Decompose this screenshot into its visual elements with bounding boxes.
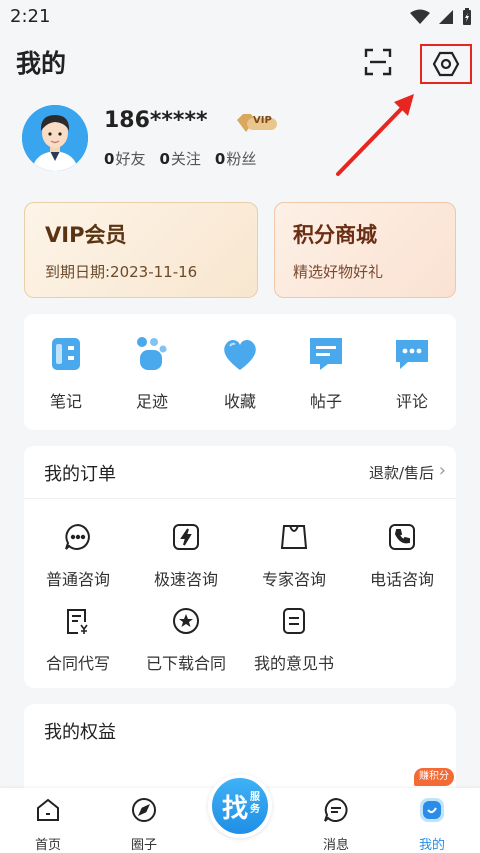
page-title: 我的 [16,49,67,78]
status-time: 2:21 [10,6,51,27]
bottom-nav: 首页 圈子 找 服务 消息 我的 [0,774,480,853]
points-mall-title: 积分商城 [293,223,377,247]
order-contract-drafting-label: 合同代写 [45,654,110,673]
stat-friends-count: 0 [104,150,115,168]
nav-profile-label: 我的 [418,838,445,853]
quick-link-comments-label: 评论 [395,392,428,411]
points-mall-subtitle: 精选好物好礼 [293,263,384,281]
order-expert-consult-label: 专家咨询 [261,570,326,589]
order-my-opinions-label: 我的意见书 [253,654,334,673]
wifi-icon [410,9,430,24]
profile-icon [420,798,444,822]
order-downloaded-contracts-label: 已下载合同 [145,654,226,673]
stat-friends-label: 好友 [115,150,146,168]
nav-home-label: 首页 [34,838,61,853]
stat-following-count: 0 [159,150,170,168]
points-mall-card[interactable]: 积分商城 精选好物好礼 [274,202,456,298]
status-icons [410,8,472,26]
nav-messages-label: 消息 [322,838,349,853]
star-icon [173,608,199,634]
orders-title: 我的订单 [44,464,116,485]
vip-membership-card[interactable]: VIP会员 到期日期:2023-11-16 [24,202,258,298]
stat-fans-label: 粉丝 [226,150,257,168]
quick-links-panel: 笔记 足迹 收藏 帖子 评论 [24,314,456,430]
profile-section[interactable]: 186***** VIP 0好友 0关注 0粉丝 [0,100,480,190]
stat-following[interactable]: 0关注 [159,148,200,169]
home-icon [37,798,59,821]
benefits-title: 我的权益 [44,722,116,743]
order-standard-consult-label: 普通咨询 [45,570,110,589]
stat-fans[interactable]: 0粉丝 [215,148,256,169]
nav-messages[interactable]: 消息 [296,796,376,853]
order-downloaded-contracts[interactable]: 已下载合同 [132,606,240,674]
vip-card-expiry: 到期日期:2023-11-16 [45,263,198,281]
nav-home[interactable]: 首页 [8,796,88,853]
quick-link-favorites[interactable]: 收藏 [200,334,280,412]
compass-icon [132,798,156,822]
order-fast-consult[interactable]: 极速咨询 [132,522,240,590]
stat-friends[interactable]: 0好友 [104,148,145,169]
nav-circle-label: 圈子 [130,838,157,853]
quick-link-notes-label: 笔记 [49,392,82,411]
quick-link-footprint[interactable]: 足迹 [112,334,192,412]
scan-button[interactable] [358,46,398,78]
heart-icon [224,339,256,370]
expert-icon [280,525,308,549]
vip-badge-label: VIP [253,115,272,126]
phone-icon [389,524,415,550]
stat-fans-count: 0 [214,150,226,168]
order-contract-drafting[interactable]: 合同代写 [24,606,132,674]
refund-aftersale-link[interactable]: 退款/售后 [369,462,434,483]
quick-link-notes[interactable]: 笔记 [26,334,106,412]
vip-card-title: VIP会员 [45,223,127,247]
chevron-right-icon[interactable]: › [439,460,446,481]
quick-link-favorites-label: 收藏 [223,392,256,411]
order-expert-consult[interactable]: 专家咨询 [240,522,348,590]
settings-button[interactable] [420,44,472,84]
gear-icon [432,51,460,77]
document-icon [283,608,305,634]
chat-icon [65,523,90,550]
earn-points-badge[interactable]: 赚积分 [414,768,454,786]
avatar-person-icon [22,105,88,171]
quick-link-footprint-label: 足迹 [135,392,168,411]
username: 186***** [104,108,208,133]
status-bar: 2:21 [0,0,480,34]
order-fast-consult-label: 极速咨询 [153,570,218,589]
order-phone-consult-label: 电话咨询 [369,570,434,589]
header: 我的 [0,34,480,90]
lightning-icon [173,524,199,550]
comment-icon [396,340,428,369]
avatar[interactable] [22,105,88,171]
order-phone-consult[interactable]: 电话咨询 [348,522,456,590]
quick-link-posts[interactable]: 帖子 [286,334,366,412]
order-standard-consult[interactable]: 普通咨询 [24,522,132,590]
nav-circle[interactable]: 圈子 [104,796,184,853]
post-icon [310,338,342,370]
order-my-opinions[interactable]: 我的意见书 [240,606,348,674]
quick-link-posts-label: 帖子 [309,392,342,411]
quick-link-comments[interactable]: 评论 [372,334,452,412]
scan-icon [364,48,392,76]
signal-icon [439,10,453,24]
find-service-main: 找 [222,794,249,824]
stat-following-label: 关注 [170,150,201,168]
contract-icon [67,609,88,634]
orders-divider [24,498,456,499]
vip-badge: VIP [235,112,279,134]
orders-panel: 我的订单 退款/售后 › 普通咨询 极速咨询 专家咨询 电话咨询 合同代写 已下… [24,446,456,688]
footprint-icon [137,337,167,370]
message-icon [324,797,348,822]
profile-stats: 0好友 0关注 0粉丝 [104,148,256,169]
find-service-sub: 服务 [250,792,260,815]
notes-icon [52,338,80,370]
find-service-button[interactable]: 找 服务 [208,774,272,838]
battery-icon [463,8,471,25]
nav-profile[interactable]: 我的 [392,796,472,853]
